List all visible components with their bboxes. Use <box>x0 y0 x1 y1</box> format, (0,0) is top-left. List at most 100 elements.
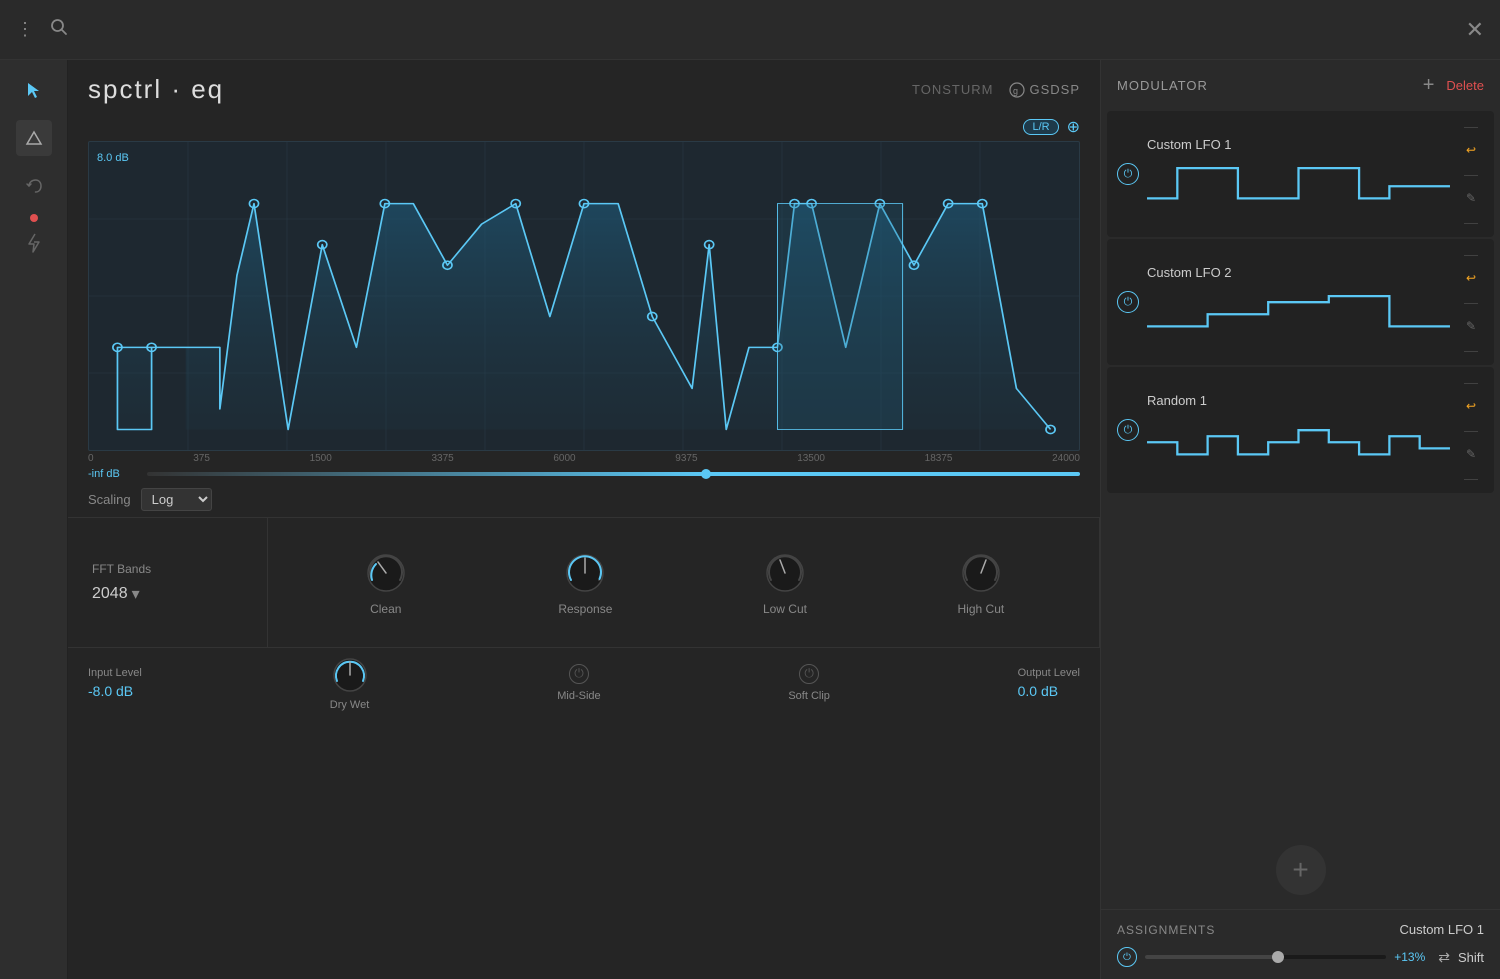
modulator-item-1: ⏻ Custom LFO 1 — ↩ — ✎ — <box>1107 111 1494 237</box>
scaling-select[interactable]: Log Linear <box>141 488 212 511</box>
clean-knob-group: Clean <box>363 550 409 616</box>
triangle-tool-button[interactable] <box>16 120 52 156</box>
mod-2-dash-top: — <box>1464 247 1478 261</box>
freq-13500: 13500 <box>797 453 825 464</box>
modulator-3-assign-button[interactable]: ↩ <box>1458 393 1484 419</box>
freq-axis: 0 375 1500 3375 6000 9375 13500 18375 24… <box>68 451 1100 466</box>
cursor-tool-button[interactable] <box>16 72 52 108</box>
left-panel <box>0 60 68 979</box>
modulator-3-content: Random 1 <box>1147 393 1450 467</box>
modulator-1-content: Custom LFO 1 <box>1147 137 1450 211</box>
modulator-1-assign-button[interactable]: ↩ <box>1458 137 1484 163</box>
center-content: spctrl · eq TONSTURM g GSDSP L/R ⊕ 8.0 d… <box>68 60 1100 979</box>
softclip-group: ⏻ Soft Clip <box>788 664 830 702</box>
bolt-icon[interactable] <box>16 225 52 261</box>
softclip-power-button[interactable]: ⏻ <box>799 664 819 684</box>
modulator-2-assign-button[interactable]: ↩ <box>1458 265 1484 291</box>
eq-controls-row: L/R ⊕ <box>68 113 1100 141</box>
brand-gs: g GSDSP <box>1009 82 1080 98</box>
close-button[interactable]: ✕ <box>1466 17 1484 43</box>
midside-power-button[interactable]: ⏻ <box>569 664 589 684</box>
main-layout: spctrl · eq TONSTURM g GSDSP L/R ⊕ 8.0 d… <box>0 60 1500 979</box>
app-title: spctrl · eq <box>88 74 224 105</box>
assignment-power-button[interactable]: ⏻ <box>1117 947 1137 967</box>
modulator-2-wave <box>1147 284 1450 339</box>
scaling-row: Scaling Log Linear <box>68 482 1100 517</box>
response-label: Response <box>558 602 612 616</box>
mod-1-dash-bot: — <box>1464 215 1478 229</box>
eq-range-slider[interactable] <box>147 472 1080 476</box>
modulator-add-button[interactable]: + <box>1423 74 1435 97</box>
fft-dropdown-icon[interactable]: ▾ <box>132 584 140 604</box>
highcut-knob[interactable] <box>958 550 1004 596</box>
response-knob-group: Response <box>558 550 612 616</box>
modulator-3-actions: — ↩ — ✎ — <box>1458 375 1484 485</box>
modulator-item-3: ⏻ Random 1 — ↩ — ✎ — <box>1107 367 1494 493</box>
drywet-label: Dry Wet <box>330 699 370 711</box>
modulator-2-edit-button[interactable]: ✎ <box>1458 313 1484 339</box>
midside-group: ⏻ Mid-Side <box>557 664 600 702</box>
slider-row: -inf dB <box>68 466 1100 482</box>
mod-2-dash-bot: — <box>1464 343 1478 357</box>
mod-1-dash-mid: — <box>1464 167 1478 181</box>
assignment-percent: +13% <box>1394 950 1430 964</box>
assignment-arrows-icon[interactable]: ⇄ <box>1438 949 1450 966</box>
record-indicator <box>30 214 38 222</box>
modulator-2-content: Custom LFO 2 <box>1147 265 1450 339</box>
freq-1500: 1500 <box>310 453 332 464</box>
assignment-slider[interactable] <box>1145 955 1386 959</box>
top-bar-left: ⋮ <box>16 18 68 41</box>
bottom-controls: FFT Bands 2048 ▾ <box>68 517 1100 647</box>
db-bottom-label: -inf dB <box>88 468 143 480</box>
modulator-item-2: ⏻ Custom LFO 2 — ↩ — ✎ — <box>1107 239 1494 365</box>
highcut-label: High Cut <box>958 602 1005 616</box>
footer: Input Level -8.0 dB Dry Wet ⏻ Mid-Side <box>68 647 1100 717</box>
mod-2-dash-mid: — <box>1464 295 1478 309</box>
modulator-3-edit-button[interactable]: ✎ <box>1458 441 1484 467</box>
modulator-1-name: Custom LFO 1 <box>1147 137 1450 152</box>
modulator-1-power-button[interactable]: ⏻ <box>1117 163 1139 185</box>
mod-3-dash-top: — <box>1464 375 1478 389</box>
modulator-1-actions: — ↩ — ✎ — <box>1458 119 1484 229</box>
undo-button[interactable] <box>16 168 52 204</box>
scaling-label: Scaling <box>88 492 131 507</box>
response-knob[interactable] <box>562 550 608 596</box>
modulator-list: ⏻ Custom LFO 1 — ↩ — ✎ — ⏻ <box>1101 111 1500 831</box>
lowcut-knob[interactable] <box>762 550 808 596</box>
freq-3375: 3375 <box>431 453 453 464</box>
freq-18375: 18375 <box>925 453 953 464</box>
menu-icon[interactable]: ⋮ <box>16 19 34 40</box>
assignments-title: ASSIGNMENTS <box>1117 923 1215 937</box>
knob-section: Clean Response <box>268 518 1100 647</box>
freq-24000: 24000 <box>1052 453 1080 464</box>
modulator-header: MODULATOR + Delete <box>1101 60 1500 111</box>
modulator-3-wave <box>1147 412 1450 467</box>
add-modulator-button[interactable]: + <box>1276 845 1326 895</box>
drywet-group: Dry Wet <box>330 655 370 711</box>
modulator-2-power-button[interactable]: ⏻ <box>1117 291 1139 313</box>
softclip-label: Soft Clip <box>788 690 830 702</box>
db-top-label: 8.0 dB <box>97 152 129 164</box>
modulator-1-wave <box>1147 156 1450 211</box>
assignments-lfo-label: Custom LFO 1 <box>1399 922 1484 937</box>
brand-gs-label: GSDSP <box>1029 82 1080 97</box>
lr-badge[interactable]: L/R <box>1023 119 1058 135</box>
modulator-1-edit-button[interactable]: ✎ <box>1458 185 1484 211</box>
modulator-2-name: Custom LFO 2 <box>1147 265 1450 280</box>
search-icon[interactable] <box>50 18 68 41</box>
drywet-knob[interactable] <box>330 655 370 695</box>
modulator-delete-button[interactable]: Delete <box>1446 78 1484 93</box>
svg-text:g: g <box>1013 86 1019 96</box>
freq-6000: 6000 <box>553 453 575 464</box>
modulator-2-actions: — ↩ — ✎ — <box>1458 247 1484 357</box>
assignment-target: Shift <box>1458 950 1484 965</box>
clean-knob[interactable] <box>363 550 409 596</box>
top-bar: ⋮ ✕ <box>0 0 1500 60</box>
mod-1-dash-top: — <box>1464 119 1478 133</box>
eq-chart[interactable]: 8.0 dB <box>88 141 1080 451</box>
assignments-section: ASSIGNMENTS Custom LFO 1 ⏻ +13% ⇄ Shift <box>1101 909 1500 979</box>
modulator-3-power-button[interactable]: ⏻ <box>1117 419 1139 441</box>
output-level-label: Output Level <box>1018 667 1080 679</box>
link-icon[interactable]: ⊕ <box>1067 117 1080 137</box>
eq-svg[interactable] <box>89 142 1079 450</box>
